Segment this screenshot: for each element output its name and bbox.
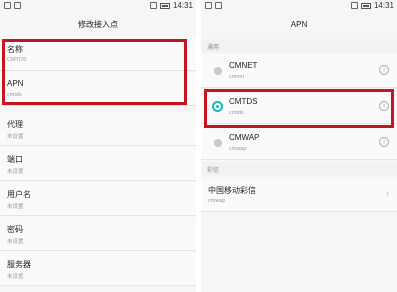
signal-icon: [149, 2, 157, 9]
notification-icon: [4, 2, 11, 9]
info-icon[interactable]: i: [379, 65, 389, 75]
notification-icon: [14, 2, 21, 9]
field-password[interactable]: 密码 未设置: [0, 217, 196, 251]
apn-name: CMNET: [229, 61, 258, 70]
apn-item-cmwap[interactable]: CMWAP cmwap i: [201, 126, 397, 160]
mms-name: 中国移动彩信: [208, 186, 256, 195]
field-port[interactable]: 端口 未设置: [0, 147, 196, 181]
status-bar: 14:31: [201, 0, 397, 12]
field-label: 服务器: [7, 260, 31, 269]
field-value: 未设置: [7, 134, 24, 140]
field-label: 代理: [7, 120, 23, 129]
radio-button[interactable]: [214, 139, 222, 147]
apn-name: CMWAP: [229, 133, 260, 142]
field-server[interactable]: 服务器 未设置: [0, 252, 196, 286]
mms-apn-item[interactable]: 中国移动彩信 cmwap ›: [201, 178, 397, 212]
chevron-right-icon: ›: [386, 188, 389, 198]
field-label: 用户名: [7, 190, 31, 199]
radio-button[interactable]: [214, 67, 222, 75]
section-header-general: 通用: [201, 39, 397, 53]
apn-list-screen: 14:31 APN 通用 CMNET cmnet i CMTDS cmtds i…: [201, 0, 397, 292]
field-label: 密码: [7, 225, 23, 234]
section-header-mms: 彩信: [201, 162, 397, 176]
field-label: 端口: [7, 155, 23, 164]
field-value: 未设置: [7, 169, 24, 175]
status-bar: 14:31: [0, 0, 196, 12]
info-icon[interactable]: i: [379, 137, 389, 147]
field-value: 未设置: [7, 274, 24, 280]
highlight-box: [204, 89, 394, 128]
mms-apn-value: cmwap: [208, 198, 226, 204]
field-username[interactable]: 用户名 未设置: [0, 182, 196, 216]
battery-icon: [159, 2, 170, 9]
apn-value: cmwap: [229, 146, 247, 152]
page-title: 修改接入点: [0, 12, 196, 36]
status-time: 14:31: [373, 1, 394, 10]
status-time: 14:31: [172, 1, 193, 10]
apn-value: cmnet: [229, 74, 244, 80]
field-value: 未设置: [7, 204, 24, 210]
signal-icon: [350, 2, 358, 9]
battery-icon: [360, 2, 371, 9]
notification-icon: [215, 2, 222, 9]
highlight-box: [2, 39, 187, 105]
field-value: 未设置: [7, 239, 24, 245]
notification-icon: [205, 2, 212, 9]
edit-apn-screen: 14:31 修改接入点 名称 CMTDS APN cmtds 代理 未设置 端口…: [0, 0, 196, 292]
page-title: APN: [201, 12, 397, 36]
field-proxy[interactable]: 代理 未设置: [0, 112, 196, 146]
apn-item-cmnet[interactable]: CMNET cmnet i: [201, 54, 397, 88]
